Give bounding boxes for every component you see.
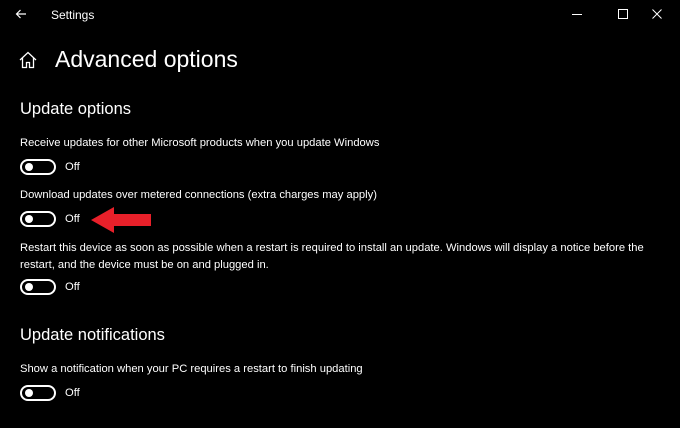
toggle-row-other-products: Off xyxy=(20,158,80,176)
window-title: Settings xyxy=(51,8,95,22)
setting-label-restart-notification: Show a notification when your PC require… xyxy=(20,363,363,375)
setting-label-other-products: Receive updates for other Microsoft prod… xyxy=(20,137,380,149)
minimize-button[interactable] xyxy=(554,0,600,28)
toggle-state-label: Off xyxy=(65,281,80,293)
red-arrow-icon xyxy=(91,207,151,233)
toggle-other-products[interactable] xyxy=(20,159,56,175)
settings-window: Settings Advanced options Update options… xyxy=(0,0,680,428)
toggle-state-label: Off xyxy=(65,161,80,173)
toggle-knob xyxy=(25,283,33,291)
title-bar: Settings xyxy=(0,0,680,30)
toggle-row-restart-asap: Off xyxy=(20,278,80,296)
toggle-state-label: Off xyxy=(65,387,80,399)
home-button[interactable] xyxy=(18,50,38,70)
minimize-icon xyxy=(572,14,582,15)
home-icon xyxy=(19,51,37,69)
toggle-knob xyxy=(25,163,33,171)
toggle-restart-notification[interactable] xyxy=(20,385,56,401)
toggle-knob xyxy=(25,389,33,397)
close-icon xyxy=(652,9,662,19)
section-title-update-notifications: Update notifications xyxy=(20,326,165,344)
close-button[interactable] xyxy=(634,0,680,28)
toggle-knob xyxy=(25,215,33,223)
section-title-update-options: Update options xyxy=(20,100,131,118)
toggle-state-label: Off xyxy=(65,213,80,225)
setting-label-restart-asap: Restart this device as soon as possible … xyxy=(20,242,644,271)
toggle-metered-connections[interactable] xyxy=(20,211,56,227)
back-arrow-icon xyxy=(15,9,26,19)
maximize-icon xyxy=(618,9,628,19)
toggle-row-metered-connections: Off xyxy=(20,210,80,228)
setting-label-metered-connections: Download updates over metered connection… xyxy=(20,189,377,201)
toggle-row-restart-notification: Off xyxy=(20,384,80,402)
toggle-restart-asap[interactable] xyxy=(20,279,56,295)
page-title: Advanced options xyxy=(55,46,238,72)
back-button[interactable] xyxy=(6,1,36,27)
